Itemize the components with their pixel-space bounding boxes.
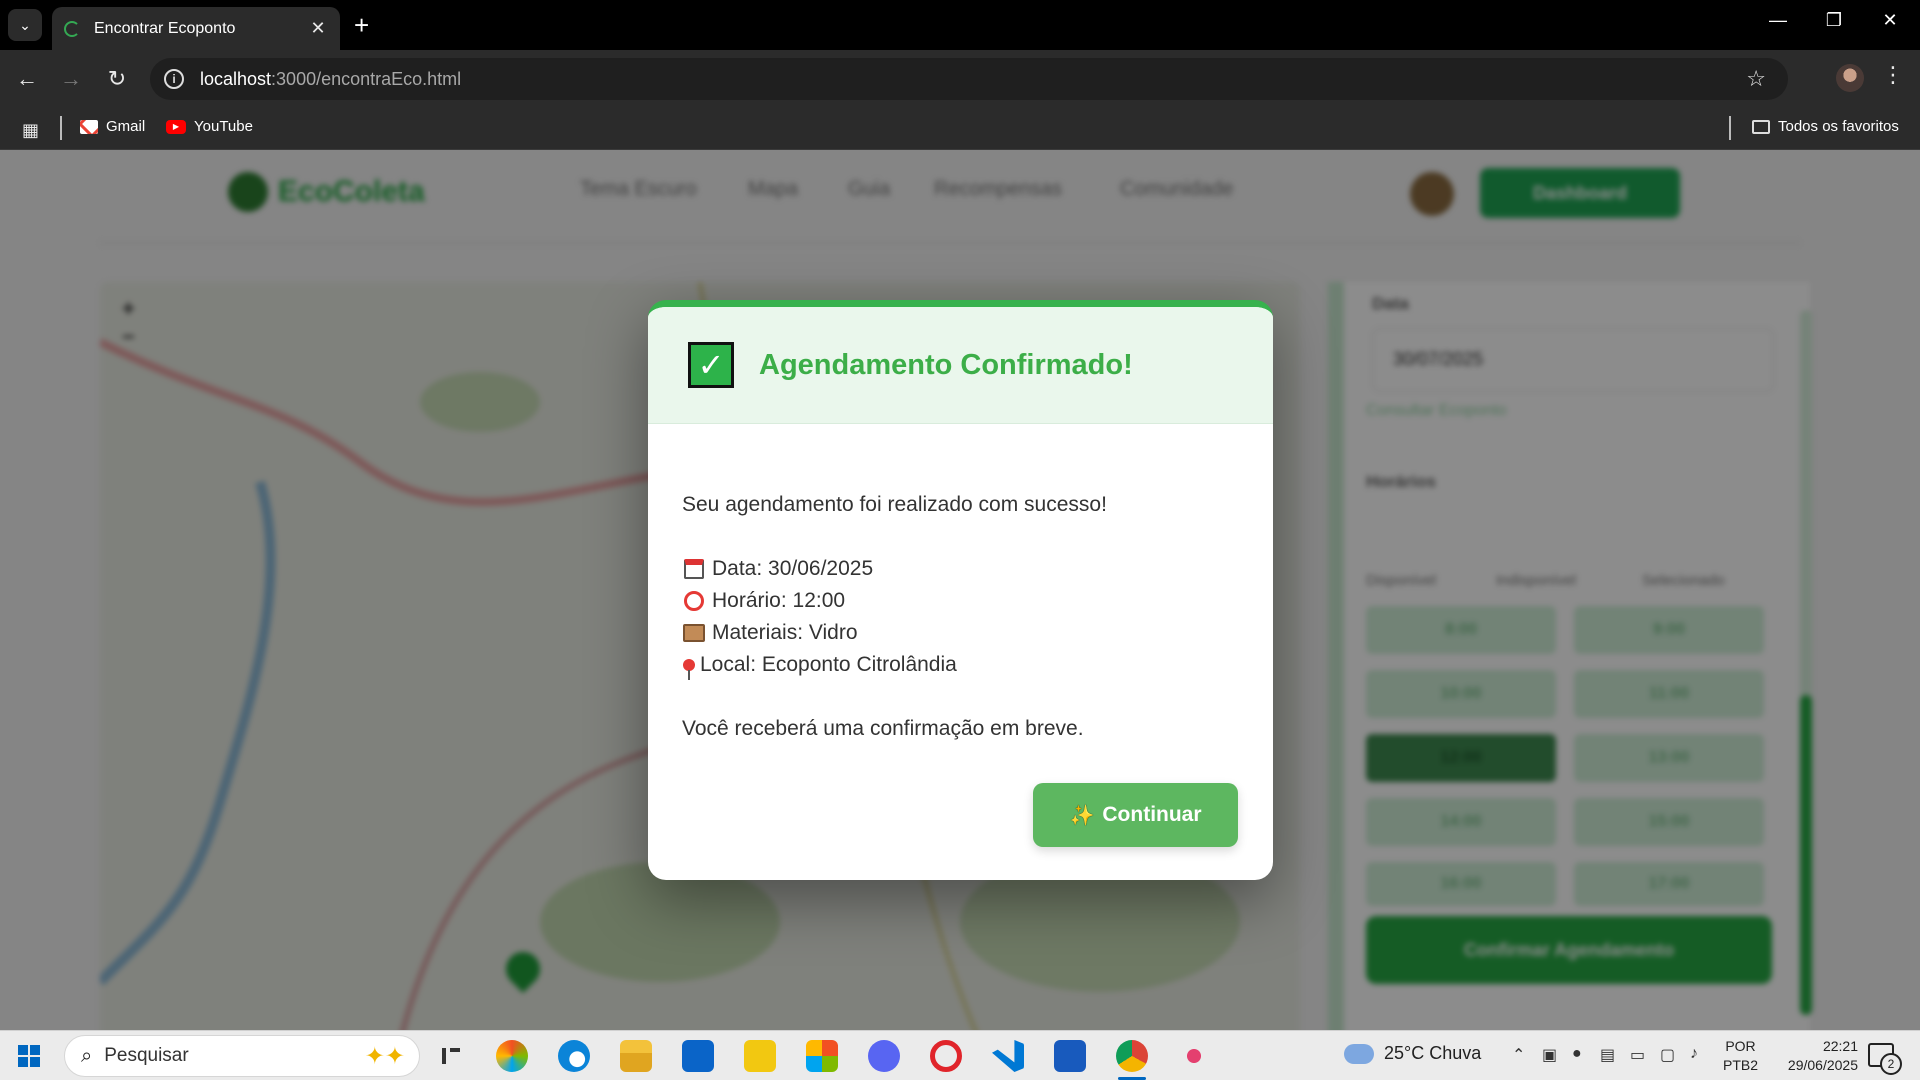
edge-icon[interactable] (558, 1040, 590, 1072)
notification-count: 2 (1880, 1053, 1902, 1075)
file-explorer-icon[interactable] (620, 1040, 652, 1072)
close-window-button[interactable]: ✕ (1870, 10, 1910, 31)
tab-search-button[interactable]: ⌄ (8, 9, 42, 41)
browser-tab[interactable]: Encontrar Ecoponto ✕ (52, 7, 340, 50)
detail-location: Local: Ecoponto Citrolândia (682, 649, 1107, 681)
back-arrow-icon[interactable]: ← (12, 64, 42, 94)
confirmation-modal: ✓ Agendamento Confirmado! Seu agendament… (648, 300, 1273, 880)
sparkles-icon: ✦✦ (364, 1043, 405, 1070)
opera-icon[interactable] (930, 1040, 962, 1072)
search-icon: ⌕ (81, 1044, 93, 1067)
url-path: :3000/encontraEco.html (271, 68, 462, 89)
folder-icon (1752, 119, 1770, 134)
search-placeholder: Pesquisar (104, 1045, 189, 1066)
battery-icon[interactable]: ▭ (1630, 1045, 1645, 1065)
footer-message: Você receberá uma confirmação em breve. (682, 717, 1084, 740)
forward-arrow-icon[interactable]: → (56, 64, 86, 94)
restore-button[interactable]: ❐ (1814, 10, 1854, 31)
gmail-icon (80, 119, 98, 134)
snipping-tool-icon[interactable] (1178, 1040, 1210, 1072)
clock-date: 29/06/2025 (1787, 1057, 1858, 1073)
device-icon[interactable]: ▤ (1600, 1045, 1615, 1065)
chrome-icon[interactable] (1116, 1040, 1148, 1080)
system-clock[interactable]: 22:21 29/06/2025 (1778, 1037, 1858, 1075)
detail-date-text: Data: 30/06/2025 (712, 557, 874, 580)
keyboard-layout: PTB2 (1723, 1057, 1759, 1073)
power-bi-icon[interactable] (744, 1040, 776, 1072)
modal-body: Seu agendamento foi realizado com sucess… (682, 489, 1107, 745)
all-bookmarks-button[interactable]: Todos os favoritos (1752, 118, 1899, 135)
clock-time: 22:21 (1822, 1038, 1858, 1054)
detail-materials-text: Materiais: Vidro (712, 621, 858, 644)
browser-tab-bar: ⌄ Encontrar Ecoponto ✕ + — ❐ ✕ (0, 0, 1920, 50)
modal-title: Agendamento Confirmado! (759, 348, 1133, 381)
detail-date: Data: 30/06/2025 (682, 553, 1107, 585)
bookmark-label: YouTube (194, 118, 253, 135)
network-icon[interactable]: ▢ (1660, 1045, 1675, 1065)
camera-icon[interactable]: ▣ (1542, 1045, 1557, 1065)
reload-icon[interactable]: ↻ (102, 64, 132, 94)
bookmarks-divider (1729, 116, 1731, 140)
windows-taskbar: ⌕ Pesquisar ✦✦ 25°C Chuva ⌃ ▣ ● ▤ ▭ ▢ ♪ … (0, 1030, 1920, 1080)
bookmark-star-icon[interactable]: ☆ (1746, 66, 1766, 92)
detail-location-text: Local: Ecoponto Citrolândia (700, 653, 957, 676)
modal-header: ✓ Agendamento Confirmado! (648, 307, 1273, 424)
detail-time-text: Horário: 12:00 (712, 589, 846, 612)
loading-favicon-icon (64, 20, 80, 37)
detail-materials: Materiais: Vidro (682, 617, 1107, 649)
check-mark-icon: ✓ (688, 342, 734, 388)
url-host: localhost (200, 68, 272, 89)
weather-widget[interactable]: 25°C Chuva (1344, 1043, 1481, 1064)
web-page: EcoColeta Tema Escuro Mapa Guia Recompen… (0, 150, 1920, 1030)
chevron-down-icon: ⌄ (19, 16, 31, 33)
close-tab-icon[interactable]: ✕ (308, 18, 328, 39)
windows-start-icon[interactable] (18, 1045, 40, 1067)
detail-time: Horário: 12:00 (682, 585, 1107, 617)
vscode-icon[interactable] (992, 1040, 1024, 1072)
outlook-icon[interactable] (682, 1040, 714, 1072)
youtube-icon: ▶ (166, 119, 186, 134)
minimize-button[interactable]: — (1758, 10, 1798, 31)
location-pin-icon (683, 659, 695, 680)
alarm-clock-icon (684, 591, 704, 611)
rain-cloud-icon (1344, 1043, 1374, 1064)
site-info-icon[interactable]: i (164, 69, 184, 89)
bookmarks-divider (60, 116, 62, 140)
copilot-icon[interactable] (496, 1040, 528, 1072)
address-bar[interactable]: i localhost:3000/encontraEco.html ☆ (150, 58, 1788, 100)
word-icon[interactable] (1054, 1040, 1086, 1072)
apps-grid-icon[interactable]: ▦ (22, 120, 39, 141)
success-message: Seu agendamento foi realizado com sucess… (682, 493, 1107, 516)
volume-icon[interactable]: ♪ (1690, 1045, 1698, 1063)
taskbar-search[interactable]: ⌕ Pesquisar ✦✦ (64, 1035, 420, 1077)
browser-toolbar: ← → ↻ i localhost:3000/encontraEco.html … (0, 50, 1920, 108)
bookmarks-bar: ▦ Gmail ▶ YouTube Todos os favoritos (0, 108, 1920, 150)
continue-label: Continuar (1102, 803, 1202, 826)
calendar-icon (684, 559, 704, 579)
discord-icon[interactable] (868, 1040, 900, 1072)
weather-text: 25°C Chuva (1384, 1043, 1482, 1063)
microphone-icon[interactable]: ● (1572, 1045, 1582, 1063)
bookmark-youtube[interactable]: ▶ YouTube (166, 118, 253, 135)
task-view-icon[interactable] (434, 1040, 466, 1072)
tab-title: Encontrar Ecoponto (94, 19, 236, 37)
input-language[interactable]: POR PTB2 (1723, 1037, 1758, 1075)
package-icon (683, 624, 705, 642)
profile-avatar[interactable] (1836, 64, 1864, 92)
browser-menu-icon[interactable]: ⋮ (1882, 62, 1904, 88)
bookmark-gmail[interactable]: Gmail (80, 118, 145, 135)
new-tab-button[interactable]: + (354, 10, 369, 40)
chevron-up-icon[interactable]: ⌃ (1512, 1045, 1525, 1065)
bookmark-label: Gmail (106, 118, 146, 135)
microsoft-store-icon[interactable] (806, 1040, 838, 1072)
all-bookmarks-label: Todos os favoritos (1778, 118, 1899, 135)
language-code: POR (1725, 1038, 1756, 1054)
sparkles-icon: ✨ (1069, 804, 1095, 827)
continue-button[interactable]: ✨ Continuar (1033, 783, 1238, 847)
